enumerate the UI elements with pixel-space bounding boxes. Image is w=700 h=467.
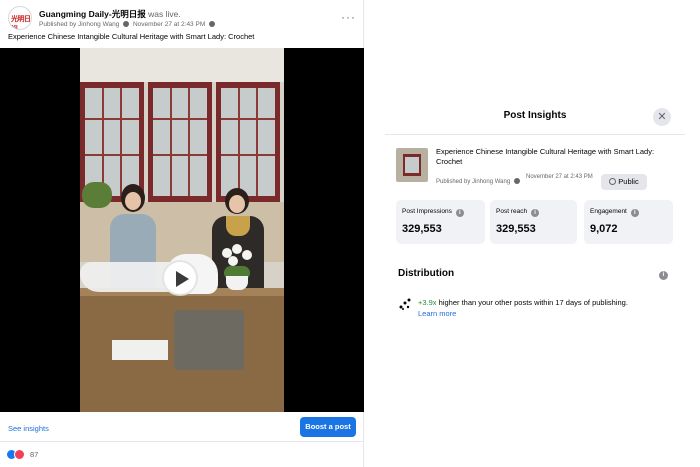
info-icon[interactable]: i [630,209,639,217]
distribution-icon [399,298,411,310]
published-by: Published by Jinhong Wang [436,179,511,185]
person-scarf [226,216,250,236]
window-grid [221,118,275,120]
shelf-items [174,310,244,370]
page: 光明日报 Guangming Daily-光明日报 was live. Publ… [0,0,700,467]
metric-card-reach: Post reach i 329,553 [490,200,577,244]
flower [228,256,238,266]
window-grid [120,88,122,196]
more-icon[interactable]: ··· [341,10,356,24]
flower-vase [216,244,256,290]
distribution-description: higher than your other posts within 17 d… [436,298,628,307]
person-face [229,195,245,213]
distribution-multiplier: +3.9x [418,298,437,307]
vase [226,276,248,290]
metric-label-row: Post Impressions i [402,208,464,217]
boost-post-button[interactable]: Boost a post [300,417,356,437]
distribution-text: +3.9x higher than your other posts withi… [418,298,628,307]
post-header: 光明日报 Guangming Daily-光明日报 was live. Publ… [8,6,358,32]
metric-label: Engagement [590,208,627,215]
video-player[interactable] [0,48,364,412]
globe-icon [609,178,617,185]
page-avatar[interactable]: 光明日报 [8,6,32,30]
post-meta: Published by Jinhong Wang November 27 at… [39,21,217,28]
metric-value: 329,553 [496,223,536,235]
page-name[interactable]: Guangming Daily-光明日报 [39,9,146,19]
person-face [125,192,141,210]
video-date: November 27 at 2:43 PM [526,174,593,180]
metric-value: 329,553 [402,223,442,235]
video-meta: Published by Jinhong Wang [436,178,521,185]
papers [112,340,168,360]
metric-label: Post reach [496,208,528,215]
thumb-glass [405,157,419,173]
page-logo: 光明日报 [11,14,31,30]
metric-value: 9,072 [590,223,618,235]
window [216,82,280,202]
window-glass [85,88,139,196]
window-grid [188,88,190,196]
visibility-badge[interactable]: Public [601,174,647,190]
flower [232,244,242,254]
published-by: Published by Jinhong Wang [39,21,120,28]
info-icon [513,178,520,184]
post-actions: See insights Boost a post [0,412,364,442]
video-frame [80,48,284,412]
window-glass [221,88,275,196]
visibility-label: Public [618,177,639,186]
post-text: Experience Chinese Intangible Cultural H… [8,32,255,41]
metric-card-impressions: Post Impressions i 329,553 [396,200,485,244]
distribution-title: Distribution [398,268,455,279]
window-grid [221,154,275,156]
metric-label-row: Engagement i [590,208,639,217]
flower [242,250,252,260]
page-name-line: Guangming Daily-光明日报 was live. [39,8,181,20]
post-card: 光明日报 Guangming Daily-光明日报 was live. Publ… [0,0,364,467]
video-thumbnail [396,148,428,182]
post-insights-panel: Post Insights ✕ Experience Chinese Intan… [385,96,685,326]
info-icon[interactable]: i [455,209,464,217]
close-icon[interactable]: ✕ [653,108,671,126]
info-icon[interactable]: i [531,209,540,217]
play-icon [176,271,189,287]
metric-card-engagement: Engagement i 9,072 [584,200,673,244]
learn-more-link[interactable]: Learn more [418,309,456,318]
globe-icon [209,21,216,27]
play-button[interactable] [162,260,198,296]
window-grid [256,88,258,196]
love-reaction-icon [14,449,25,460]
info-icon[interactable]: i [659,271,668,280]
metric-label-row: Post reach i [496,208,540,217]
video-title: Experience Chinese Intangible Cultural H… [436,147,655,166]
divider [385,134,685,135]
see-insights-link[interactable]: See insights [8,424,49,433]
window-glass [153,88,207,196]
window-grid [153,154,207,156]
window-grid [85,118,139,120]
window-grid [85,154,139,156]
metric-label: Post Impressions [402,208,452,215]
window-grid [170,88,172,196]
live-status: was live. [148,9,181,19]
post-date[interactable]: November 27 at 2:43 PM [133,21,205,28]
reaction-count: 87 [30,450,39,459]
insights-title: Post Insights [503,110,567,121]
window-grid [153,118,207,120]
window-grid [238,88,240,196]
ceiling [80,48,284,82]
info-icon [123,21,130,27]
window-grid [102,88,104,196]
